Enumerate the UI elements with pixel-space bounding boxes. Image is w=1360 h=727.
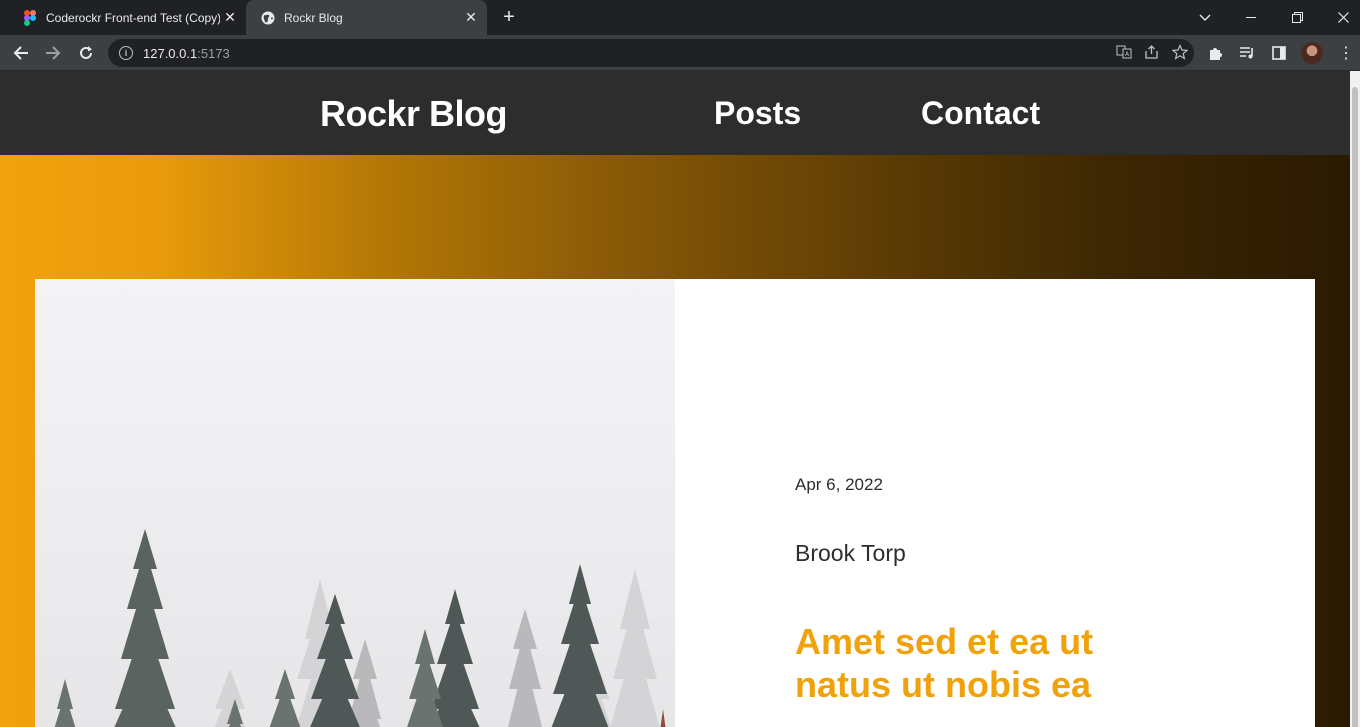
browser-tab-figma[interactable]: Coderockr Front-end Test (Copy) ✕ (8, 0, 246, 35)
address-bar[interactable]: i 127.0.0.1:5173 A (108, 39, 1194, 67)
post-author: Brook Torp (795, 540, 906, 566)
browser-tab-rockr-blog[interactable]: Rockr Blog ✕ (246, 0, 487, 35)
browser-toolbar: i 127.0.0.1:5173 A ⋮ (0, 35, 1360, 71)
tab-close-icon[interactable]: ✕ (461, 8, 481, 28)
site-header: Rockr Blog Posts Contact (0, 71, 1350, 155)
media-queue-icon[interactable] (1234, 40, 1260, 66)
extensions-puzzle-icon[interactable] (1203, 40, 1229, 66)
tab-search-chevron-icon[interactable] (1182, 0, 1228, 35)
page-viewport: Rockr Blog Posts Contact Apr 6, 2022 Bro… (0, 71, 1360, 727)
site-brand[interactable]: Rockr Blog (320, 93, 508, 135)
scrollbar-thumb[interactable] (1352, 87, 1358, 727)
page-scrollbar[interactable] (1350, 71, 1360, 727)
restore-icon[interactable] (1274, 0, 1320, 35)
post-content: Apr 6, 2022 Brook Torp Amet sed et ea ut… (675, 279, 1315, 727)
figma-icon (22, 9, 38, 26)
post-image (35, 279, 675, 727)
featured-post-card[interactable]: Apr 6, 2022 Brook Torp Amet sed et ea ut… (35, 279, 1315, 727)
post-title[interactable]: Amet sed et ea ut natus ut nobis ea (795, 620, 1155, 706)
profile-avatar[interactable] (1301, 42, 1323, 64)
bookmark-star-icon[interactable] (1171, 43, 1189, 63)
nav-link-contact[interactable]: Contact (921, 95, 1040, 132)
tab-title: Coderockr Front-end Test (Copy) (46, 10, 220, 25)
back-arrow-icon[interactable] (8, 40, 34, 66)
post-date: Apr 6, 2022 (795, 475, 883, 494)
side-panel-icon[interactable] (1266, 40, 1292, 66)
translate-icon[interactable]: A (1116, 44, 1132, 63)
tab-title: Rockr Blog (284, 10, 343, 25)
tab-close-icon[interactable]: ✕ (220, 8, 240, 28)
minimize-icon[interactable] (1228, 0, 1274, 35)
forward-arrow-icon[interactable] (40, 40, 66, 66)
browser-menu-icon[interactable]: ⋮ (1336, 40, 1356, 66)
globe-icon (260, 10, 276, 26)
reload-icon[interactable] (73, 40, 99, 66)
browser-tab-strip: Coderockr Front-end Test (Copy) ✕ Rockr … (0, 0, 1360, 35)
share-icon[interactable] (1144, 44, 1160, 63)
nav-link-posts[interactable]: Posts (714, 95, 801, 132)
address-url: 127.0.0.1:5173 (143, 45, 230, 61)
new-tab-icon[interactable]: + (498, 6, 520, 28)
close-window-icon[interactable] (1320, 0, 1360, 35)
site-info-icon[interactable]: i (119, 46, 133, 60)
